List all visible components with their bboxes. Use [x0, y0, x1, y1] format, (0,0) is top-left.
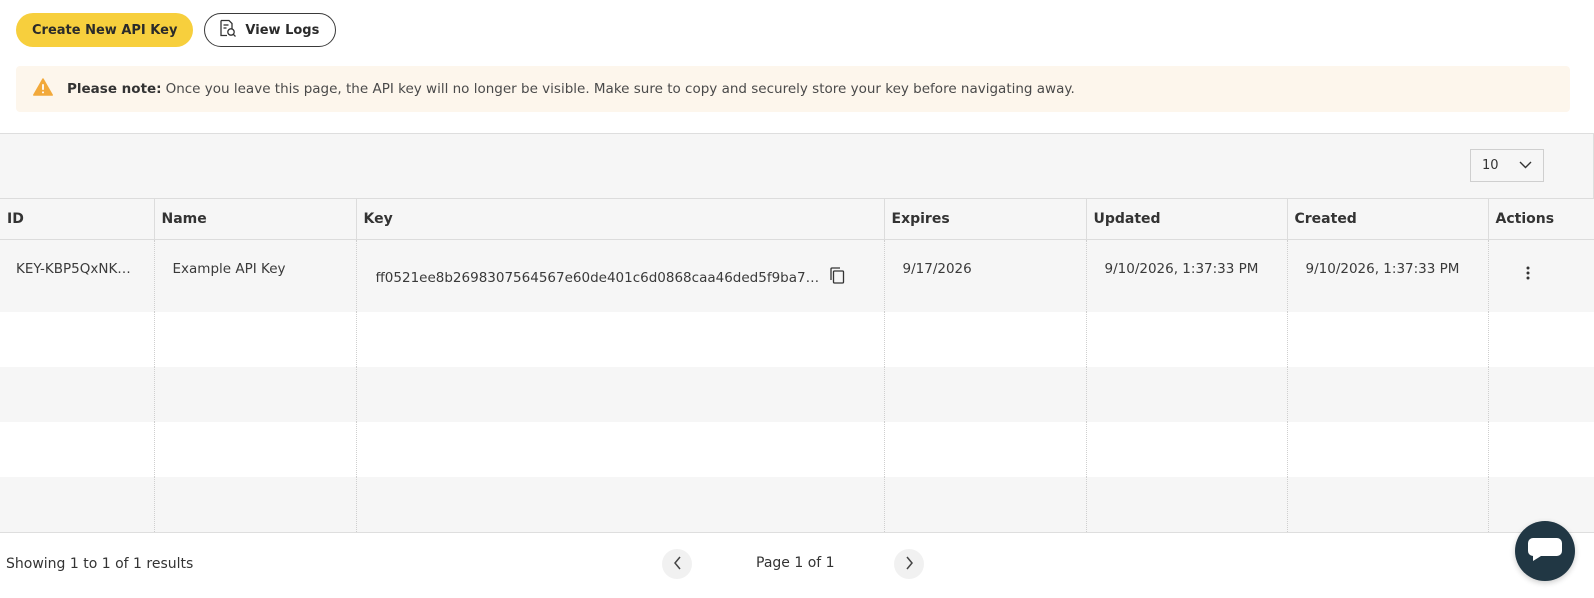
column-header-key[interactable]: Key — [356, 198, 885, 240]
previous-page-button[interactable] — [662, 549, 692, 579]
column-header-updated[interactable]: Updated — [1086, 198, 1288, 240]
column-header-actions: Actions — [1488, 198, 1594, 240]
column-header-id[interactable]: ID — [0, 198, 155, 240]
column-header-name[interactable]: Name — [154, 198, 357, 240]
chevron-right-icon — [905, 555, 914, 574]
empty-row — [0, 366, 1594, 422]
notice-message: Once you leave this page, the API key wi… — [165, 81, 1075, 97]
page-size-value: 10 — [1482, 158, 1499, 173]
empty-row — [0, 311, 1594, 367]
column-header-expires[interactable]: Expires — [884, 198, 1087, 240]
next-page-button[interactable] — [894, 549, 924, 579]
chevron-left-icon — [673, 555, 682, 574]
toolbar: Create New API Key View Logs — [16, 13, 337, 47]
copy-icon[interactable] — [829, 267, 845, 288]
table-footer: Showing 1 to 1 of 1 results Page 1 of 1 — [0, 532, 1594, 598]
cell-key: ff0521ee8b2698307564567e60de401c6d0868ca… — [356, 239, 885, 312]
cell-id: KEY-KBP5QxNK… — [0, 239, 155, 312]
cell-created: 9/10/2026, 1:37:33 PM — [1287, 239, 1489, 312]
view-logs-button[interactable]: View Logs — [204, 13, 337, 47]
chat-icon — [1527, 535, 1563, 567]
empty-row — [0, 476, 1594, 534]
empty-row — [0, 421, 1594, 477]
search-document-icon — [217, 18, 237, 42]
table-row[interactable]: KEY-KBP5QxNK… Example API Key ff0521ee8b… — [0, 239, 1594, 312]
chat-launcher-button[interactable] — [1515, 521, 1575, 581]
create-api-key-button[interactable]: Create New API Key — [16, 13, 194, 47]
cell-actions — [1488, 239, 1594, 312]
column-header-created[interactable]: Created — [1287, 198, 1489, 240]
notice-title: Please note: — [67, 81, 162, 97]
page-size-select[interactable]: 10 — [1470, 149, 1544, 182]
view-logs-label: View Logs — [245, 22, 320, 38]
cell-name: Example API Key — [154, 239, 357, 312]
results-summary: Showing 1 to 1 of 1 results — [6, 556, 194, 572]
page-indicator: Page 1 of 1 — [756, 555, 835, 571]
kebab-menu-icon[interactable] — [1507, 266, 1530, 284]
key-value: ff0521ee8b2698307564567e60de401c6d0868ca… — [375, 269, 820, 286]
api-keys-table-panel: 10 ID Name Key Expires Updated Created A… — [0, 133, 1594, 534]
cell-expires: 9/17/2026 — [884, 239, 1087, 312]
api-keys-table: ID Name Key Expires Updated Created Acti… — [0, 198, 1594, 534]
table-header-row: ID Name Key Expires Updated Created Acti… — [0, 198, 1594, 240]
cell-updated: 9/10/2026, 1:37:33 PM — [1086, 239, 1288, 312]
warning-notice: Please note: Once you leave this page, t… — [16, 66, 1570, 112]
api-keys-page: Create New API Key View Logs Please note… — [0, 0, 1594, 598]
chevron-down-icon — [1519, 158, 1532, 173]
warning-icon — [33, 78, 67, 100]
